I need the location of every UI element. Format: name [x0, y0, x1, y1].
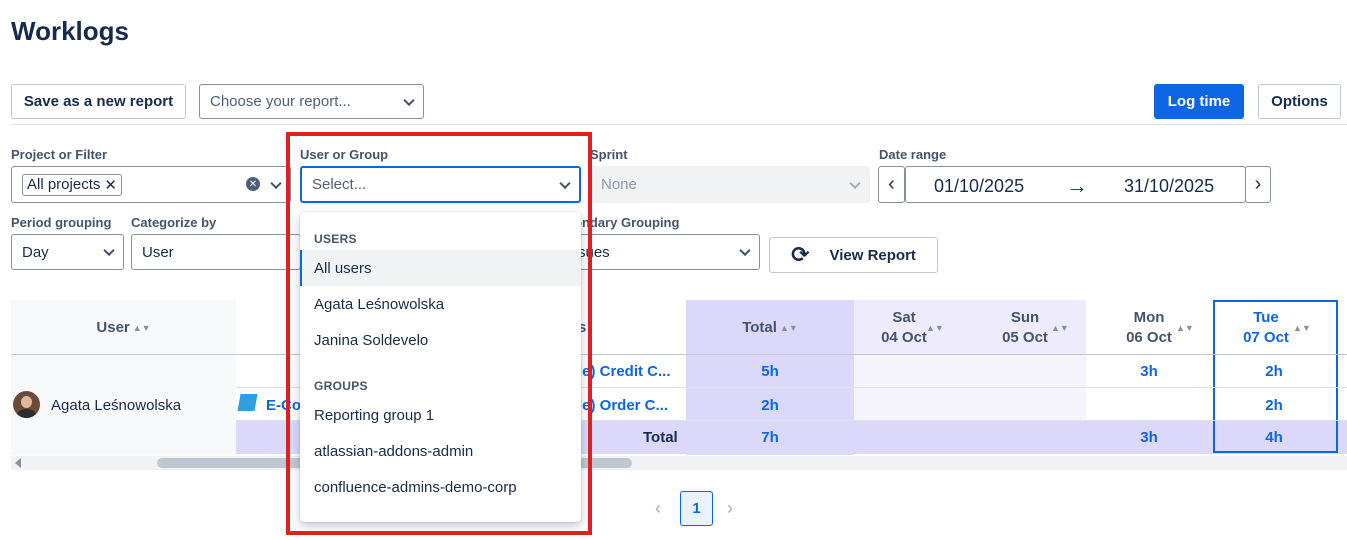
categorize-by-value: User [142, 243, 174, 261]
chevron-right-icon: › [1254, 173, 1262, 195]
choose-report-select[interactable]: Choose your report... [199, 84, 424, 119]
project-tag: All projects ✕ [22, 173, 122, 196]
period-grouping-value: Day [22, 243, 49, 261]
project-filter-select[interactable]: All projects ✕ ✕ [11, 166, 291, 203]
date-to[interactable]: 31/10/2025 [1124, 176, 1214, 197]
chevron-down-icon [849, 177, 861, 189]
clear-icon[interactable]: ✕ [246, 177, 260, 191]
save-as-new-report-button[interactable]: Save as a new report [11, 84, 186, 119]
project-filter-label: Project or Filter [11, 147, 108, 162]
choose-report-placeholder: Choose your report... [210, 93, 351, 110]
period-grouping-label: Period grouping [11, 215, 112, 230]
pagination-prev-icon[interactable]: ‹ [655, 498, 661, 519]
view-report-label: View Report [829, 246, 916, 264]
toolbar-divider [11, 124, 1347, 125]
sort-icon: ▲▼ [926, 323, 944, 333]
avatar [13, 391, 40, 418]
column-header-total[interactable]: Total ▲▼ [686, 318, 854, 338]
column-header-total-label: Total [742, 319, 777, 336]
column-header-user-label: User [96, 319, 130, 336]
page-title: Worklogs [11, 16, 129, 46]
chevron-down-icon [103, 244, 115, 257]
horizontal-scrollbar[interactable] [11, 456, 1347, 470]
row-total: 5h [761, 363, 779, 380]
arrow-right-icon: → [1066, 173, 1088, 198]
sprint-label: Sprint [590, 147, 628, 162]
period-grouping-select[interactable]: Day [11, 234, 124, 270]
sort-icon: ▲▼ [132, 323, 151, 334]
header-divider [11, 354, 1347, 355]
sort-icon: ▲▼ [779, 323, 798, 334]
total-row-label: Total [643, 429, 678, 446]
sort-icon: ▲▼ [1176, 323, 1194, 333]
chevron-down-icon [270, 177, 282, 189]
chevron-down-icon [403, 94, 415, 106]
options-button[interactable]: Options [1258, 84, 1341, 119]
date-next-button[interactable]: › [1245, 166, 1271, 203]
total-sum: 7h [761, 429, 779, 446]
log-time-button[interactable]: Log time [1154, 84, 1244, 119]
sort-icon: ▲▼ [1051, 323, 1069, 333]
project-tag-label: All projects [27, 176, 101, 193]
total-tue: 4h [1265, 429, 1283, 446]
categorize-by-label: Categorize by [131, 215, 217, 230]
cell-mon[interactable]: 3h [1099, 363, 1199, 380]
scroll-left-icon[interactable] [15, 458, 21, 468]
cell-tue[interactable]: 2h [1224, 397, 1324, 414]
column-header-user[interactable]: User ▲▼ [11, 318, 236, 338]
row-total: 2h [761, 397, 779, 414]
chevron-left-icon: ‹ [888, 173, 895, 195]
date-range-input[interactable]: 01/10/2025 → 31/10/2025 [905, 166, 1246, 203]
remove-tag-icon[interactable]: ✕ [104, 176, 117, 194]
user-name: Agata Leśnowolska [51, 397, 182, 414]
date-range-label: Date range [879, 147, 947, 162]
cell-tue[interactable]: 2h [1224, 363, 1324, 380]
date-prev-button[interactable]: ‹ [878, 166, 905, 203]
date-from[interactable]: 01/10/2025 [934, 176, 1024, 197]
highlight-box [286, 132, 592, 535]
chevron-down-icon [739, 244, 751, 257]
sprint-value: None [601, 176, 637, 193]
pagination-page-button[interactable]: 1 [680, 491, 713, 526]
project-icon [237, 394, 258, 411]
sort-icon: ▲▼ [1293, 323, 1311, 333]
refresh-icon: ⟳ [791, 242, 810, 267]
total-mon: 3h [1140, 429, 1158, 446]
sprint-select: None [590, 166, 870, 203]
view-report-button[interactable]: ⟳ View Report [769, 237, 938, 273]
categorize-by-select[interactable]: User [131, 234, 301, 270]
pagination-next-icon[interactable]: › [727, 498, 733, 519]
